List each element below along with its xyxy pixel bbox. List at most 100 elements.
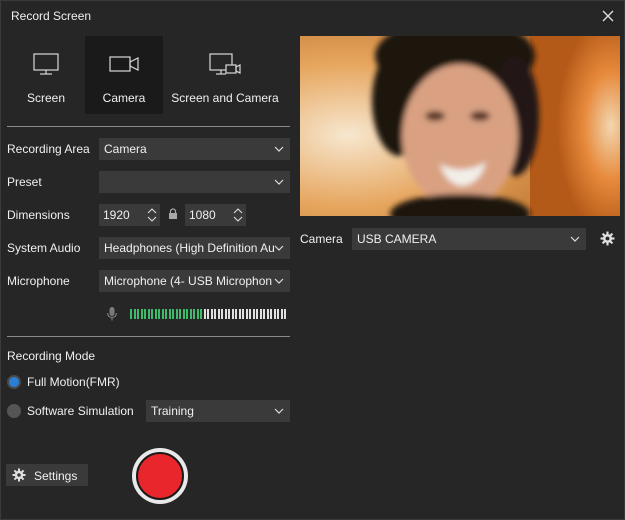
recording-area-select[interactable]: Camera: [99, 138, 290, 160]
level-segment: [147, 309, 150, 319]
camera-label: Camera: [300, 232, 343, 246]
height-stepper[interactable]: 1080: [185, 204, 246, 226]
video-camera-icon: [109, 56, 139, 72]
level-segment: [210, 309, 213, 319]
width-stepper[interactable]: 1920: [99, 204, 160, 226]
monitor-icon: [33, 53, 59, 75]
level-segment: [228, 309, 230, 319]
system-audio-label: System Audio: [7, 241, 81, 255]
level-segment: [235, 309, 237, 319]
microphone-icon[interactable]: [106, 306, 118, 322]
gear-icon: [12, 468, 26, 482]
level-segment: [249, 309, 251, 319]
width-value: 1920: [103, 208, 130, 222]
mode-screen-and-camera-label: Screen and Camera: [171, 91, 279, 105]
chevron-down-icon: [274, 179, 284, 185]
mode-camera-button[interactable]: Camera: [85, 36, 163, 114]
level-segment: [154, 309, 157, 319]
level-segment: [151, 309, 153, 319]
full-motion-radio[interactable]: [7, 375, 21, 389]
full-motion-label[interactable]: Full Motion(FMR): [27, 375, 120, 389]
simulation-type-select[interactable]: Training: [146, 400, 290, 422]
mode-screen-and-camera-button[interactable]: Screen and Camera: [169, 36, 281, 114]
level-segment: [245, 309, 248, 319]
level-segment: [221, 309, 223, 319]
recording-area-value: Camera: [104, 142, 147, 156]
chevron-down-icon: [274, 278, 284, 284]
recording-area-label: Recording Area: [7, 142, 90, 156]
level-segment: [140, 309, 143, 319]
monitor-camera-icon: [209, 53, 241, 75]
software-simulation-label[interactable]: Software Simulation: [27, 404, 134, 418]
level-segment: [193, 309, 195, 319]
level-segment: [238, 309, 241, 319]
level-segment: [273, 309, 276, 319]
level-segment: [259, 309, 262, 319]
level-segment: [130, 309, 132, 319]
preset-select[interactable]: [99, 171, 290, 193]
settings-button[interactable]: Settings: [6, 464, 88, 486]
settings-label: Settings: [34, 469, 78, 483]
level-segment: [263, 309, 265, 319]
mode-screen-label: Screen: [26, 91, 66, 105]
level-segment: [186, 309, 188, 319]
level-segment: [161, 309, 164, 319]
close-icon: [602, 10, 614, 22]
microphone-level-meter: [130, 309, 286, 319]
level-segment: [137, 309, 139, 319]
level-segment: [252, 309, 255, 319]
camera-device-value: USB CAMERA: [357, 232, 437, 246]
level-segment: [284, 309, 286, 319]
level-segment: [182, 309, 185, 319]
height-value: 1080: [189, 208, 216, 222]
lock-icon[interactable]: [168, 208, 178, 220]
microphone-select[interactable]: Microphone (4- USB Microphon: [99, 270, 290, 292]
camera-device-select[interactable]: USB CAMERA: [352, 228, 586, 250]
level-segment: [217, 309, 220, 319]
recording-mode-label: Recording Mode: [7, 349, 96, 363]
preset-label: Preset: [7, 175, 42, 189]
level-segment: [175, 309, 178, 319]
level-segment: [256, 309, 258, 319]
level-segment: [203, 309, 206, 319]
level-segment: [266, 309, 269, 319]
window-title: Record Screen: [11, 9, 92, 23]
level-segment: [165, 309, 167, 319]
camera-settings-gear-icon[interactable]: [600, 231, 615, 246]
level-segment: [231, 309, 234, 319]
software-simulation-radio[interactable]: [7, 404, 21, 418]
chevron-down-icon: [570, 236, 580, 242]
level-segment: [144, 309, 146, 319]
record-icon: [136, 452, 184, 500]
divider: [7, 126, 290, 127]
microphone-value: Microphone (4- USB Microphon: [104, 274, 273, 288]
record-button[interactable]: [132, 448, 188, 504]
level-segment: [270, 309, 272, 319]
stepper-arrows-icon: [147, 208, 157, 222]
mode-camera-label: Camera: [102, 91, 146, 105]
microphone-label: Microphone: [7, 274, 70, 288]
level-segment: [172, 309, 174, 319]
level-segment: [179, 309, 181, 319]
level-segment: [158, 309, 160, 319]
title-bar: Record Screen: [1, 1, 624, 31]
chevron-down-icon: [274, 245, 284, 251]
level-segment: [133, 309, 136, 319]
mode-screen-button[interactable]: Screen: [8, 36, 84, 114]
close-button[interactable]: [598, 6, 618, 26]
camera-preview-image: [300, 36, 620, 216]
camera-preview: [300, 36, 620, 216]
chevron-down-icon: [274, 146, 284, 152]
stepper-arrows-icon: [233, 208, 243, 222]
level-segment: [277, 309, 279, 319]
level-segment: [214, 309, 216, 319]
system-audio-value: Headphones (High Definition Au: [104, 241, 275, 255]
system-audio-select[interactable]: Headphones (High Definition Au: [99, 237, 290, 259]
level-segment: [280, 309, 283, 319]
level-segment: [196, 309, 199, 319]
simulation-type-value: Training: [151, 404, 194, 418]
chevron-down-icon: [274, 408, 284, 414]
divider: [7, 336, 290, 337]
level-segment: [189, 309, 192, 319]
level-segment: [207, 309, 209, 319]
